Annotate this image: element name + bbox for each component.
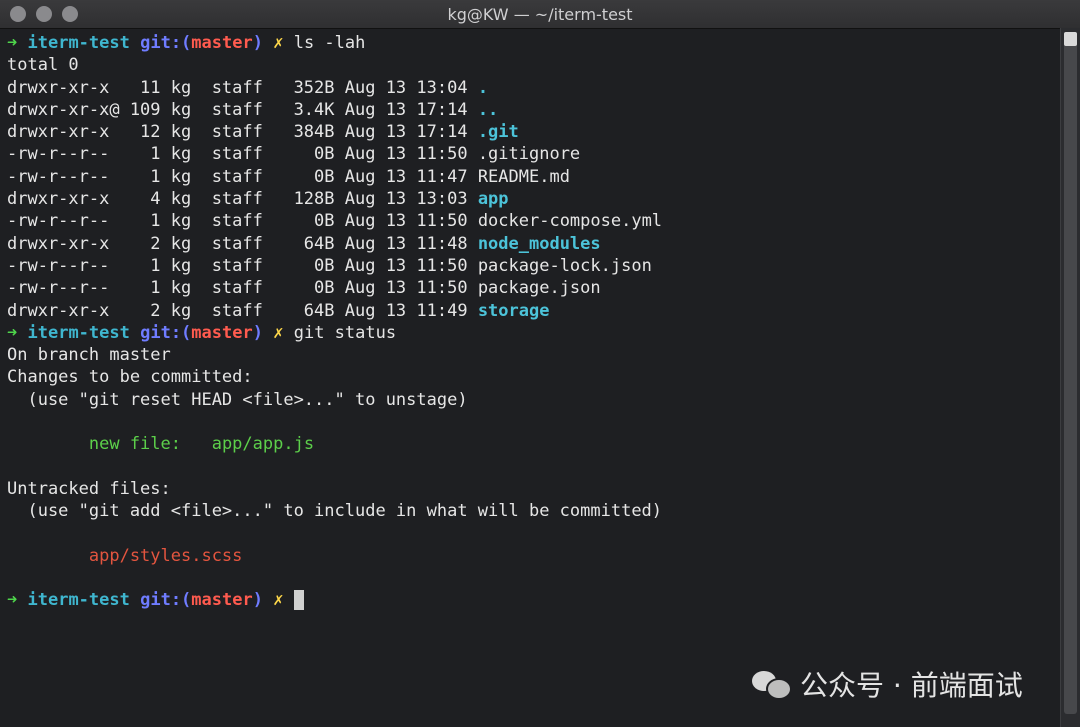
prompt-dirty-icon: ✗	[273, 590, 284, 611]
ls-row-meta: -rw-r--r-- 1 kg staff 0B Aug 13 11:50	[7, 144, 478, 165]
command-text: ls -lah	[293, 33, 366, 53]
ls-row: -rw-r--r-- 1 kg staff 0B Aug 13 11:47 RE…	[7, 166, 1057, 188]
prompt-dirty-icon: ✗	[273, 322, 284, 343]
ls-row: -rw-r--r-- 1 kg staff 0B Aug 13 11:50 .g…	[7, 143, 1057, 165]
prompt-git-close: )	[252, 33, 263, 53]
untracked-header: Untracked files:	[7, 478, 171, 499]
ls-row-meta: drwxr-xr-x@ 109 kg staff 3.4K Aug 13 17:…	[7, 99, 478, 120]
prompt-branch: master	[191, 590, 253, 611]
staged-label: new file:	[7, 434, 212, 455]
staged-header: Changes to be committed:	[7, 367, 253, 388]
ls-directory-name: .	[477, 77, 489, 98]
text-cursor[interactable]	[293, 590, 304, 611]
ls-row: drwxr-xr-x 2 kg staff 64B Aug 13 11:49 s…	[7, 300, 1057, 322]
ls-row-meta: drwxr-xr-x 2 kg staff 64B Aug 13 11:49	[7, 300, 478, 321]
prompt-directory: iterm-test	[27, 590, 130, 611]
prompt-git: git:(	[140, 590, 192, 611]
ls-row-meta: -rw-r--r-- 1 kg staff 0B Aug 13 11:50	[7, 255, 478, 276]
prompt-line: ➜ iterm-test git:(master) ✗ git status	[7, 322, 1057, 344]
terminal-window: kg@KW — ~/iterm-test ➜ iterm-test git:(m…	[0, 0, 1080, 727]
ls-directory-name: node_modules	[477, 233, 601, 254]
ls-row-meta: drwxr-xr-x 11 kg staff 352B Aug 13 13:04	[7, 77, 478, 98]
ls-row: drwxr-xr-x 12 kg staff 384B Aug 13 17:14…	[7, 121, 1057, 143]
ls-row: -rw-r--r-- 1 kg staff 0B Aug 13 11:50 pa…	[7, 277, 1057, 299]
ls-file-name: docker-compose.yml	[477, 211, 663, 232]
prompt-line: ➜ iterm-test git:(master) ✗ ls -lah	[7, 32, 1057, 54]
ls-row-meta: drwxr-xr-x 4 kg staff 128B Aug 13 13:03	[7, 189, 478, 210]
prompt-git: git:(	[140, 322, 192, 343]
ls-row-meta: -rw-r--r-- 1 kg staff 0B Aug 13 11:47	[7, 166, 478, 187]
ls-row-meta: drwxr-xr-x 12 kg staff 384B Aug 13 17:14	[7, 122, 478, 143]
prompt-git-close: )	[252, 590, 263, 611]
prompt-arrow-icon: ➜	[7, 322, 18, 343]
untracked-hint: (use "git add <file>..." to include in w…	[7, 501, 663, 522]
scrollbar-thumb[interactable]	[1064, 32, 1077, 46]
staged-hint: (use "git reset HEAD <file>..." to unsta…	[7, 389, 468, 410]
prompt-branch: master	[191, 322, 253, 343]
ls-directory-name: ..	[477, 99, 499, 120]
status-branch-line: On branch master	[7, 345, 171, 366]
prompt-arrow-icon: ➜	[7, 590, 18, 611]
ls-row-meta: -rw-r--r-- 1 kg staff 0B Aug 13 11:50	[7, 278, 478, 299]
untracked-file: app/styles.scss	[7, 545, 243, 566]
prompt-directory: iterm-test	[27, 322, 130, 343]
ls-directory-name: .git	[477, 122, 519, 143]
command-text: git status	[293, 322, 397, 343]
scrollbar-track[interactable]	[1064, 32, 1077, 714]
prompt-branch: master	[191, 33, 253, 53]
ls-file-name: package-lock.json	[477, 255, 652, 276]
watermark-text: 公众号 · 前端面试	[800, 669, 1023, 702]
ls-row: drwxr-xr-x 2 kg staff 64B Aug 13 11:48 n…	[7, 233, 1057, 255]
staged-file: app/app.js	[211, 434, 315, 455]
ls-row: drwxr-xr-x@ 109 kg staff 3.4K Aug 13 17:…	[7, 99, 1057, 121]
staged-file-line: new file: app/app.js	[7, 433, 1057, 455]
prompt-arrow-icon: ➜	[7, 33, 18, 53]
ls-directory-name: app	[477, 189, 509, 210]
ls-directory-name: storage	[477, 300, 550, 321]
ls-row: -rw-r--r-- 1 kg staff 0B Aug 13 11:50 do…	[7, 210, 1057, 232]
ls-file-name: package.json	[477, 278, 601, 299]
wechat-icon	[752, 669, 792, 700]
ls-row: drwxr-xr-x 4 kg staff 128B Aug 13 13:03 …	[7, 188, 1057, 210]
ls-total: total 0	[7, 55, 79, 76]
prompt-dirty-icon: ✗	[273, 33, 284, 53]
ls-file-name: .gitignore	[477, 144, 581, 165]
watermark: 公众号 · 前端面试	[752, 664, 1023, 704]
ls-row: -rw-r--r-- 1 kg staff 0B Aug 13 11:50 pa…	[7, 255, 1057, 277]
ls-listing: drwxr-xr-x 11 kg staff 352B Aug 13 13:04…	[7, 77, 1057, 322]
prompt-git: git:(	[140, 33, 192, 53]
active-prompt-line[interactable]: ➜ iterm-test git:(master) ✗	[7, 589, 1057, 611]
ls-row-meta: drwxr-xr-x 2 kg staff 64B Aug 13 11:48	[7, 233, 478, 254]
window-title: kg@KW — ~/iterm-test	[447, 5, 633, 24]
ls-row-meta: -rw-r--r-- 1 kg staff 0B Aug 13 11:50	[7, 211, 478, 232]
ls-file-name: README.md	[477, 166, 570, 187]
terminal-output[interactable]: ➜ iterm-test git:(master) ✗ ls -lah tota…	[7, 32, 1057, 722]
prompt-git-close: )	[252, 322, 263, 343]
scrollbar[interactable]	[1060, 28, 1080, 727]
title-bar: kg@KW — ~/iterm-test	[0, 0, 1080, 29]
ls-row: drwxr-xr-x 11 kg staff 352B Aug 13 13:04…	[7, 77, 1057, 99]
prompt-directory: iterm-test	[27, 33, 130, 53]
